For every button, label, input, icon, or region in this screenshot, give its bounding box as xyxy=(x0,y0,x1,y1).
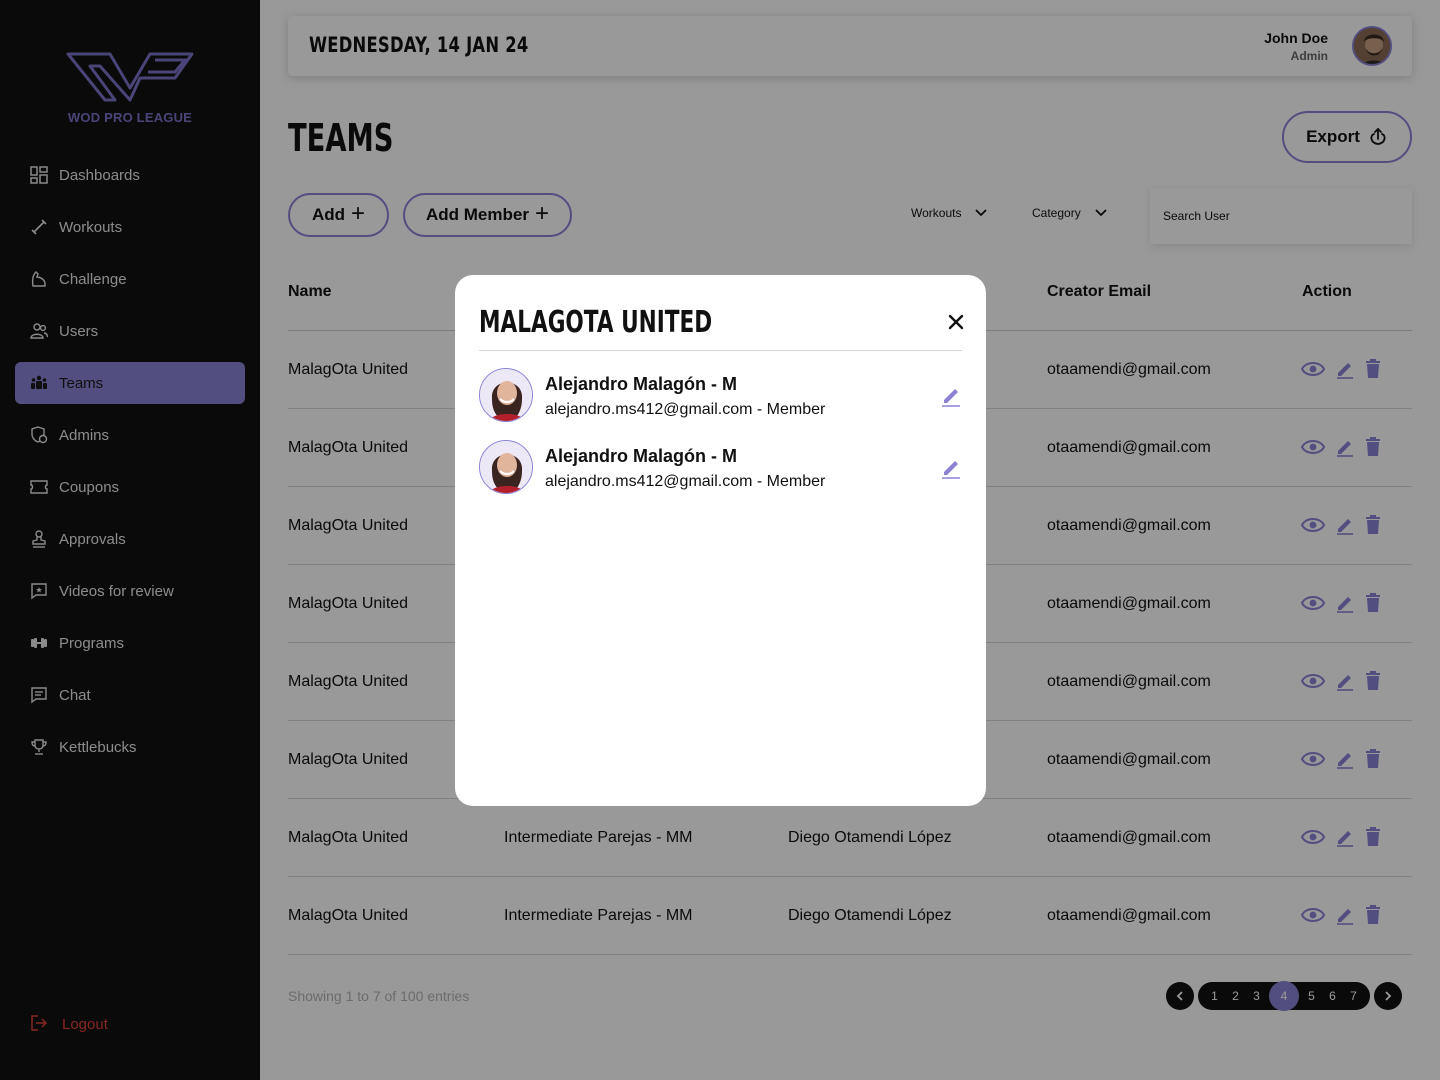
edit-icon xyxy=(942,389,960,407)
member-name: Alejandro Malagón - M xyxy=(545,446,738,466)
member-name: Alejandro Malagón - M xyxy=(545,374,738,394)
close-button[interactable] xyxy=(945,311,967,333)
member-item: Alejandro Malagón - M alejandro.ms412@gma… xyxy=(479,368,962,424)
modal-divider xyxy=(479,350,962,351)
team-members-modal: MALAGOTA UNITED Alejandro Malagón - M ale… xyxy=(455,275,986,806)
avatar xyxy=(479,440,533,494)
edit-member-button[interactable] xyxy=(939,384,963,408)
edit-icon xyxy=(942,461,960,479)
member-avatar-icon xyxy=(480,441,532,493)
member-avatar-icon xyxy=(480,369,532,421)
edit-member-button[interactable] xyxy=(939,456,963,480)
member-detail: alejandro.ms412@gmail.com - Member xyxy=(545,401,826,418)
close-icon xyxy=(948,314,964,330)
avatar xyxy=(479,368,533,422)
member-item: Alejandro Malagón - M alejandro.ms412@gma… xyxy=(479,440,962,496)
modal-title: MALAGOTA UNITED xyxy=(479,305,713,340)
member-detail: alejandro.ms412@gmail.com - Member xyxy=(545,473,826,490)
